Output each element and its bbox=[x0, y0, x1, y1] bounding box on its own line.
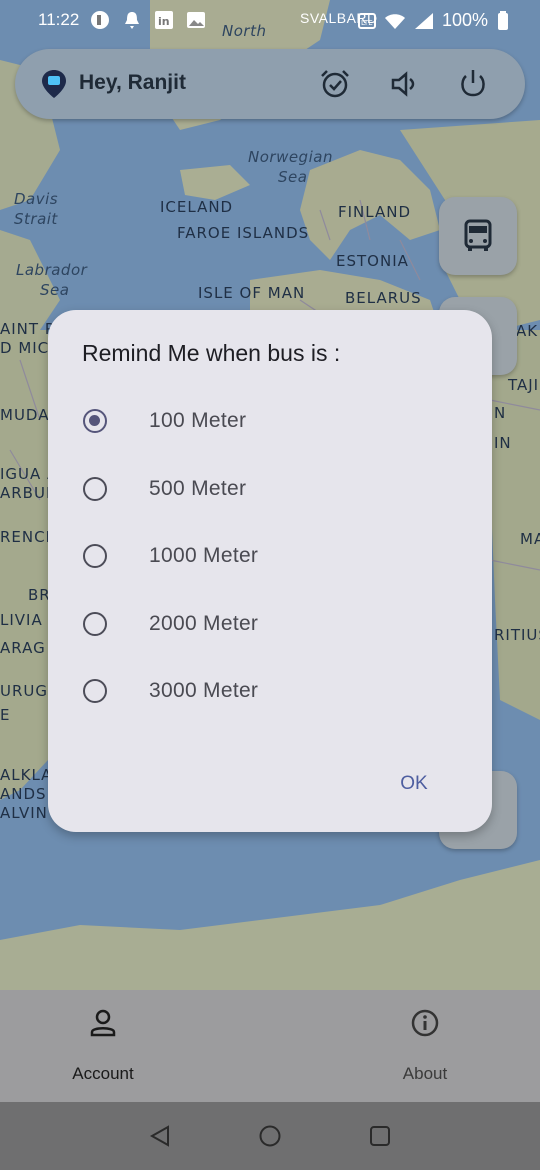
battery-icon bbox=[498, 10, 508, 30]
dialog-title: Remind Me when bus is : bbox=[82, 340, 341, 366]
option-100-meter[interactable]: 100 Meter bbox=[48, 395, 492, 451]
option-2000-meter[interactable]: 2000 Meter bbox=[48, 598, 492, 654]
option-3000-meter[interactable]: 3000 Meter bbox=[48, 665, 492, 721]
image-icon bbox=[187, 12, 205, 28]
status-right: LTE 100% bbox=[357, 10, 510, 31]
map-label-d-mic: D MIC bbox=[0, 339, 50, 357]
map-label-labrador-sea: Sea bbox=[40, 281, 70, 299]
option-label: 500 Meter bbox=[149, 477, 247, 500]
map-label-e: E bbox=[0, 706, 11, 724]
signal-icon bbox=[414, 12, 433, 29]
status-time: 11:22 bbox=[38, 10, 80, 29]
svg-text:LTE: LTE bbox=[361, 19, 373, 27]
ok-button[interactable]: OK bbox=[386, 764, 442, 804]
system-navigation-bar bbox=[0, 1102, 540, 1170]
nav-account-label: Account bbox=[72, 1064, 134, 1083]
map-label-faroe: FAROE ISLANDS bbox=[177, 224, 310, 242]
bottom-navigation: Account About bbox=[0, 990, 540, 1102]
back-icon[interactable] bbox=[148, 1124, 172, 1148]
map-label-iceland: ICELAND bbox=[160, 198, 234, 216]
nav-about[interactable]: About bbox=[325, 990, 525, 1102]
battery-percent: 100% bbox=[441, 10, 488, 30]
radio-button[interactable] bbox=[83, 679, 107, 703]
nav-about-label: About bbox=[402, 1064, 448, 1083]
map-label-in: IN bbox=[494, 434, 512, 452]
map-label-alvin: ALVIN bbox=[0, 804, 48, 822]
alarm-check-icon[interactable] bbox=[318, 67, 352, 101]
map-label-davis: Davis bbox=[14, 190, 59, 208]
option-label: 3000 Meter bbox=[149, 679, 259, 702]
location-pin-logo-icon bbox=[42, 70, 66, 98]
info-icon bbox=[411, 1009, 439, 1037]
svg-text:in: in bbox=[158, 15, 170, 28]
volume-icon[interactable] bbox=[387, 67, 421, 101]
map-label-norwegian: Norwegian bbox=[248, 148, 333, 166]
reminder-distance-dialog: Remind Me when bus is : 100 Meter 500 Me… bbox=[48, 310, 492, 832]
option-label: 100 Meter bbox=[149, 409, 247, 432]
top-header-bar: Hey, Ranjit bbox=[15, 49, 525, 119]
notification-icons: in bbox=[90, 10, 206, 30]
map-label-alkla: ALKLA bbox=[0, 766, 53, 784]
map-label-livia: LIVIA bbox=[0, 611, 43, 629]
bell-icon bbox=[125, 12, 139, 29]
radio-button-selected[interactable] bbox=[83, 409, 107, 433]
greeting-text: Hey, Ranjit bbox=[79, 71, 186, 94]
person-icon bbox=[90, 1009, 116, 1037]
map-label-finland: FINLAND bbox=[338, 203, 412, 221]
map-label-arag: ARAG bbox=[0, 639, 46, 657]
nav-account[interactable]: Account bbox=[3, 990, 203, 1102]
map-label-ands: ANDS bbox=[0, 785, 47, 803]
map-label-muda: MUDA bbox=[0, 406, 50, 424]
map-label-ma: MA bbox=[520, 530, 540, 548]
status-bar: 11:22 in SVALBARD LTE 100% bbox=[0, 0, 540, 40]
map-label-isle-of-man: ISLE OF MAN bbox=[198, 284, 306, 302]
option-label: 1000 Meter bbox=[149, 544, 259, 567]
radio-button[interactable] bbox=[83, 477, 107, 501]
option-1000-meter[interactable]: 1000 Meter bbox=[48, 530, 492, 586]
map-label-estonia: ESTONIA bbox=[336, 252, 409, 270]
radio-button[interactable] bbox=[83, 612, 107, 636]
map-label-strait: Strait bbox=[14, 210, 58, 228]
notification-app-icon bbox=[91, 11, 109, 29]
map-label-sea: Sea bbox=[278, 168, 308, 186]
option-500-meter[interactable]: 500 Meter bbox=[48, 463, 492, 519]
power-icon[interactable] bbox=[456, 67, 490, 101]
home-icon[interactable] bbox=[258, 1124, 282, 1148]
map-label-n: N bbox=[494, 404, 507, 422]
map-label-labrador: Labrador bbox=[16, 261, 88, 279]
linkedin-icon: in bbox=[155, 11, 173, 29]
bus-icon bbox=[464, 219, 492, 251]
bus-button[interactable] bbox=[439, 197, 517, 275]
radio-button[interactable] bbox=[83, 544, 107, 568]
map-label-aint-p: AINT P bbox=[0, 320, 55, 338]
wifi-icon bbox=[384, 13, 405, 29]
map-label-taji: TAJI bbox=[508, 376, 540, 394]
map-label-ak: AK bbox=[516, 322, 539, 340]
lte-icon: LTE bbox=[357, 12, 376, 29]
option-label: 2000 Meter bbox=[149, 612, 259, 635]
map-label-ritius: RITIUS bbox=[494, 626, 540, 644]
recents-icon[interactable] bbox=[368, 1124, 392, 1148]
map-label-urug: URUG bbox=[0, 682, 49, 700]
map-label-belarus: BELARUS bbox=[345, 289, 422, 307]
